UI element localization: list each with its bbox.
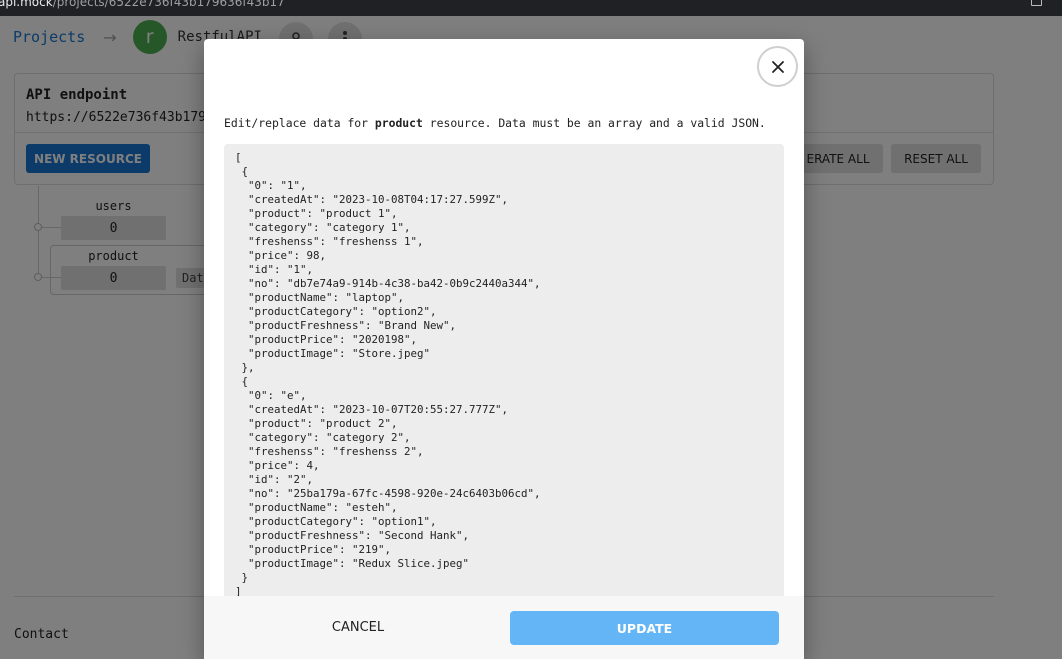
url-host: api.mock [0, 0, 53, 9]
dialog-description: Edit/replace data for product resource. … [224, 116, 766, 130]
browser-bar: api.mock/projects/6522e736f43b179636f43b… [0, 0, 1062, 16]
description-text: resource. Data must be an array and a va… [422, 116, 766, 130]
window-icon[interactable] [1031, 0, 1042, 6]
url-path: /projects/6522e736f43b179636f43b17 [52, 0, 285, 9]
description-text: Edit/replace data for [224, 116, 375, 130]
resource-name: product [374, 116, 423, 130]
address-bar[interactable]: api.mock/projects/6522e736f43b179636f43b… [0, 0, 285, 9]
edit-data-dialog: Edit/replace data for product resource. … [204, 39, 804, 659]
close-icon [771, 60, 784, 73]
json-content[interactable]: [ { "0": "1", "createdAt": "2023-10-08T0… [235, 151, 541, 596]
dialog-footer: CANCEL UPDATE [204, 596, 804, 659]
cancel-button[interactable]: CANCEL [304, 611, 412, 643]
update-button[interactable]: UPDATE [510, 611, 779, 645]
json-editor[interactable]: [ { "0": "1", "createdAt": "2023-10-08T0… [224, 144, 784, 596]
close-dialog-button[interactable] [757, 46, 798, 87]
